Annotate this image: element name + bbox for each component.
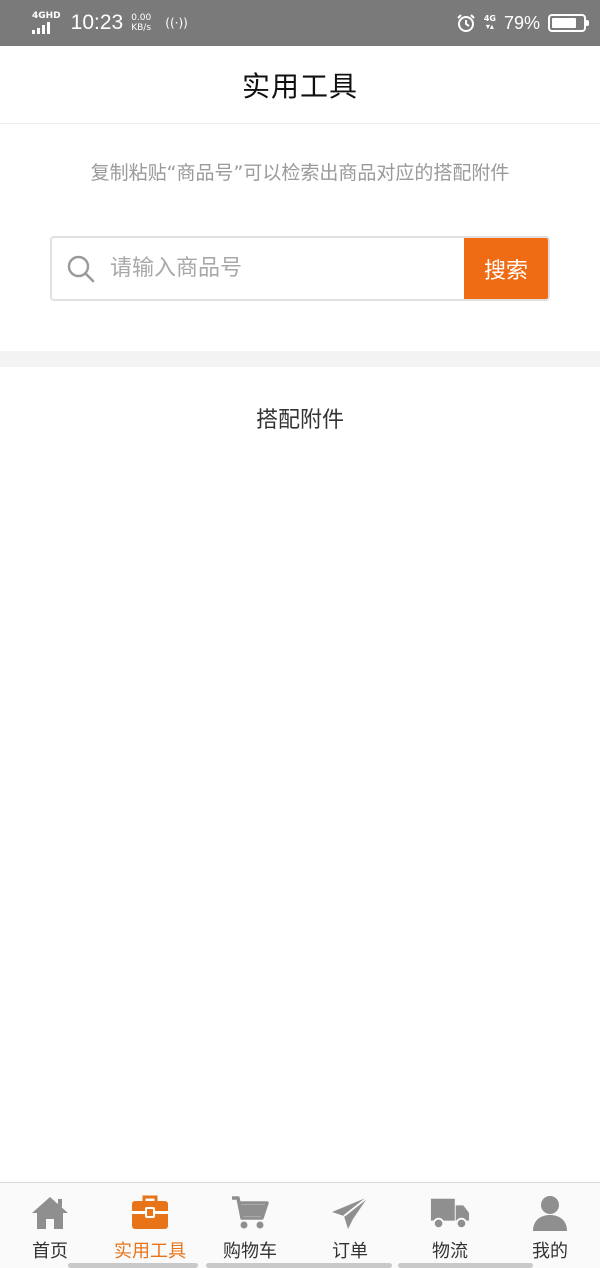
mobile-data-indicator: 4G ▾▴ (484, 15, 496, 31)
accessories-section-title: 搭配附件 (255, 408, 344, 433)
truck-icon (430, 1193, 470, 1233)
status-left: 4GHD 10:23 0.00 KB/s ((·)) (32, 11, 188, 35)
search-button[interactable]: 搜索 (464, 238, 548, 299)
tab-profile[interactable]: 我的 (500, 1183, 600, 1268)
search-input[interactable] (110, 238, 464, 299)
network-type: 4GHD (32, 11, 61, 21)
signal-icon (32, 22, 50, 34)
paper-plane-icon (330, 1193, 370, 1233)
search-icon (52, 238, 110, 299)
tab-home[interactable]: 首页 (0, 1183, 100, 1268)
tab-profile-label: 我的 (532, 1241, 568, 1262)
tab-logistics[interactable]: 物流 (400, 1183, 500, 1268)
status-bar: 4GHD 10:23 0.00 KB/s ((·)) 4G ▾▴ 79% (0, 0, 600, 46)
search-hint: 复制粘贴“商品号”可以检索出商品对应的搭配附件 (90, 162, 510, 184)
search-box: 搜索 (50, 236, 550, 301)
tab-logistics-label: 物流 (432, 1241, 468, 1262)
section-divider (0, 351, 600, 367)
hotspot-icon: ((·)) (165, 16, 188, 30)
tab-cart-label: 购物车 (223, 1241, 277, 1262)
status-right: 4G ▾▴ 79% (456, 12, 589, 34)
network-speed: 0.00 KB/s (131, 13, 151, 33)
home-indicator-segment (206, 1263, 392, 1268)
battery-percent: 79% (503, 12, 540, 33)
page-title: 实用工具 (241, 69, 358, 103)
toolbox-icon (130, 1193, 170, 1233)
data-arrows-icon: ▾▴ (485, 22, 494, 31)
battery-fill (552, 18, 576, 28)
home-indicator-segment (68, 1263, 198, 1268)
home-icon (30, 1193, 70, 1233)
clock: 10:23 (70, 11, 124, 34)
tab-orders-label: 订单 (332, 1241, 368, 1262)
cart-icon (230, 1193, 270, 1233)
speed-unit: KB/s (131, 23, 152, 33)
tab-home-label: 首页 (32, 1241, 68, 1262)
speed-value: 0.00 (131, 13, 152, 23)
tab-orders[interactable]: 订单 (300, 1183, 400, 1268)
alarm-icon (457, 14, 475, 32)
user-icon (530, 1193, 570, 1233)
bottom-tab-bar: 首页 实用工具 购物车 订单 物流 我的 (0, 1182, 600, 1268)
home-indicator-segment (398, 1263, 533, 1268)
tab-tools-label: 实用工具 (114, 1241, 186, 1262)
tab-cart[interactable]: 购物车 (200, 1183, 300, 1268)
battery-icon (548, 14, 589, 32)
page-header: 实用工具 (0, 46, 600, 124)
signal-indicator: 4GHD (32, 12, 61, 34)
tab-tools[interactable]: 实用工具 (100, 1183, 200, 1268)
